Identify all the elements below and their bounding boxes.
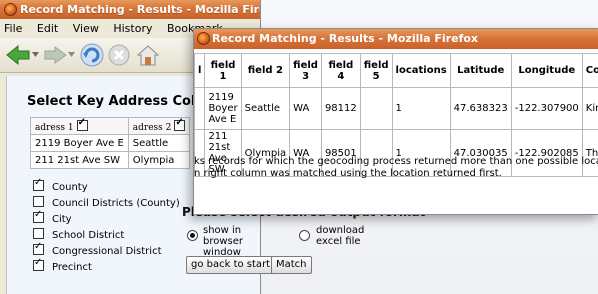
address-table: adress 1 adress 2 2119 Boyer Ave E Seatt… xyxy=(30,117,191,169)
checkbox-county[interactable]: County xyxy=(33,177,88,193)
checkbox-school-district[interactable]: School District xyxy=(33,228,124,241)
checkbox-congressional-district[interactable]: Congressional District xyxy=(33,241,162,257)
menu-edit[interactable]: Edit xyxy=(37,22,58,35)
multiple-locations-note: ks records for which the geocoding proce… xyxy=(194,156,598,180)
checkbox-icon[interactable] xyxy=(33,257,44,271)
checkbox-icon[interactable] xyxy=(33,209,44,223)
column-header-adress-2: adress 2 xyxy=(127,117,191,135)
checkbox-icon[interactable] xyxy=(33,196,44,207)
checkbox-precinct[interactable]: Precinct xyxy=(33,257,92,273)
note-line-2: n right column was matched using the loc… xyxy=(194,168,502,179)
column-header-l: l xyxy=(194,53,206,88)
firefox-icon xyxy=(4,3,17,16)
front-window-title: Record Matching - Results - Mozilla Fire… xyxy=(212,32,479,45)
select-columns-heading: Select Key Address Colum xyxy=(27,94,219,109)
checkbox-icon[interactable] xyxy=(33,177,44,191)
table-row: 211 21st Ave SW Olympia xyxy=(30,151,191,169)
column-header-field-1: field 1 xyxy=(204,53,242,88)
front-browser-window: Record Matching - Results - Mozilla Fire… xyxy=(193,28,598,215)
column-header-field-2: field 2 xyxy=(240,53,291,88)
column-header-adress-1: adress 1 xyxy=(30,117,129,135)
adress-2-checkbox[interactable] xyxy=(174,117,186,131)
table-row: 2119 Boyer Ave E Seattle WA 98112 1 47.6… xyxy=(194,87,598,130)
reload-icon[interactable] xyxy=(79,42,105,68)
column-header-locations: locations xyxy=(391,53,451,88)
menu-file[interactable]: File xyxy=(4,22,22,35)
forward-arrow-icon[interactable] xyxy=(43,44,69,66)
back-arrow-icon[interactable] xyxy=(4,43,32,67)
column-header-field-3: field 3 xyxy=(289,53,322,88)
menu-history[interactable]: History xyxy=(113,22,152,35)
back-dropdown-icon[interactable] xyxy=(32,51,40,59)
radio-download-excel[interactable] xyxy=(299,230,310,241)
back-window-title: Record Matching - Results - Mozilla Fire… xyxy=(20,3,261,16)
menu-view[interactable]: View xyxy=(73,22,99,35)
column-header-field-4: field 4 xyxy=(320,53,361,88)
back-window-titlebar[interactable]: Record Matching - Results - Mozilla Fire… xyxy=(0,0,260,19)
radio-show-in-browser[interactable] xyxy=(187,230,198,241)
firefox-icon xyxy=(197,32,210,45)
forward-dropdown-icon[interactable] xyxy=(68,51,76,59)
front-window-titlebar[interactable]: Record Matching - Results - Mozilla Fire… xyxy=(194,29,598,49)
column-header-longitude: Longitude xyxy=(510,53,583,88)
checkbox-icon[interactable] xyxy=(33,241,44,255)
checkbox-council-districts[interactable]: Council Districts (County) xyxy=(33,196,180,209)
match-button[interactable]: Match xyxy=(271,256,312,274)
column-header-latitude: Latitude xyxy=(449,53,512,88)
go-back-button[interactable]: go back to start xyxy=(186,256,276,274)
checkbox-city[interactable]: City xyxy=(33,209,72,225)
radio-download-excel-label: download excel file xyxy=(316,225,365,247)
table-row: 2119 Boyer Ave E Seattle xyxy=(30,134,191,152)
home-icon[interactable] xyxy=(135,42,161,68)
window-reflection-fade xyxy=(194,182,598,214)
radio-show-in-browser-label: show in browser window xyxy=(203,225,244,258)
stop-icon[interactable] xyxy=(107,43,131,67)
note-line-1: ks records for which the geocoding proce… xyxy=(194,156,598,167)
column-header-county: Count xyxy=(581,53,598,88)
column-header-field-5: field 5 xyxy=(359,53,393,88)
adress-1-checkbox[interactable] xyxy=(76,117,88,131)
checkbox-icon[interactable] xyxy=(33,228,44,239)
